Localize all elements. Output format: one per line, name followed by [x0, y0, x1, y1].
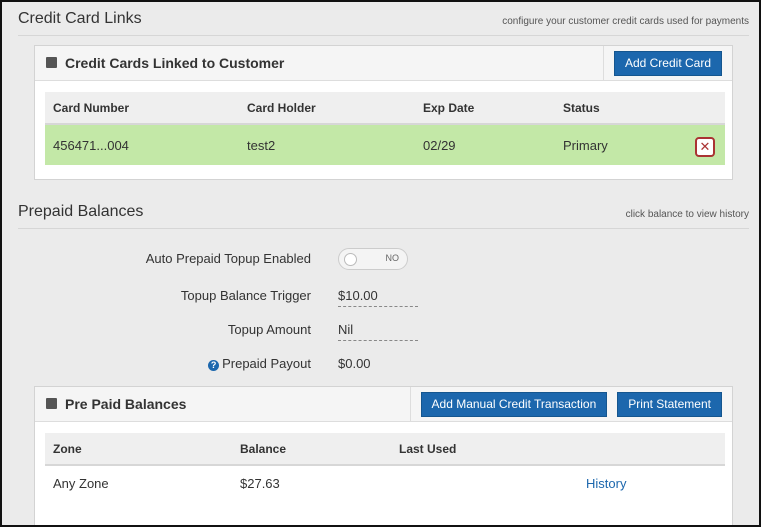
- card-number-cell: 456471...004: [45, 124, 239, 165]
- credit-cards-panel: Credit Cards Linked to Customer Add Cred…: [34, 45, 733, 180]
- add-credit-card-button[interactable]: Add Credit Card: [613, 51, 722, 76]
- section-title-credit-card-links: Credit Card Links: [18, 10, 142, 27]
- credit-cards-panel-tools: Add Credit Card: [602, 46, 732, 80]
- prepaid-balance-row: Any Zone $27.63 History: [45, 465, 725, 501]
- card-holder-cell: test2: [239, 124, 415, 165]
- auto-topup-row: Auto Prepaid Topup Enabled NO: [2, 248, 759, 270]
- topup-amount-value[interactable]: Nil: [338, 322, 418, 341]
- credit-card-row[interactable]: 456471...004 test2 02/29 Primary ✕: [45, 124, 725, 165]
- balance-cell[interactable]: $27.63: [232, 465, 391, 501]
- auto-topup-toggle[interactable]: NO: [338, 248, 408, 270]
- prepaid-payout-row: ? Prepaid Payout $0.00: [2, 353, 759, 375]
- column-header-exp-date: Exp Date: [415, 92, 555, 125]
- zone-cell: Any Zone: [53, 476, 109, 491]
- section-hint-prepaid-balances: click balance to view history: [625, 209, 749, 220]
- actions-cell: ✕: [675, 124, 725, 165]
- credit-cards-table: Card Number Card Holder Exp Date Status …: [45, 92, 725, 165]
- prepaid-balances-panel-title: Pre Paid Balances: [65, 396, 187, 412]
- history-link[interactable]: History: [586, 476, 626, 491]
- column-header-card-holder: Card Holder: [239, 92, 415, 125]
- toggle-knob: [344, 253, 357, 266]
- topup-amount-row: Topup Amount Nil: [2, 319, 759, 341]
- panel-square-icon: [46, 398, 57, 409]
- exp-date-cell: 02/29: [415, 124, 555, 165]
- column-header-last-used: Last Used: [391, 433, 578, 466]
- prepaid-balances-panel-header: Pre Paid Balances Add Manual Credit Tran…: [35, 387, 732, 422]
- prepaid-balances-panel: Pre Paid Balances Add Manual Credit Tran…: [34, 386, 733, 525]
- panel-square-icon: [46, 57, 57, 68]
- credit-cards-panel-header: Credit Cards Linked to Customer Add Cred…: [35, 46, 732, 81]
- prepaid-payout-value: $0.00: [338, 356, 371, 371]
- app-frame: Credit Card Links configure your custome…: [0, 0, 761, 527]
- print-statement-button[interactable]: Print Statement: [617, 392, 722, 417]
- prepaid-balances-table: Zone Balance Last Used Any Zone $27.63 H…: [45, 433, 725, 501]
- last-used-cell: [391, 465, 578, 501]
- toggle-state-text: NO: [385, 253, 400, 263]
- history-cell: History: [578, 465, 725, 501]
- remove-card-icon[interactable]: ✕: [695, 137, 715, 157]
- column-header-balance: Balance: [232, 433, 391, 466]
- section-title-prepaid-balances: Prepaid Balances: [18, 203, 144, 220]
- credit-card-links-header: Credit Card Links configure your custome…: [18, 10, 749, 36]
- topup-amount-label: Topup Amount: [227, 322, 311, 337]
- topup-trigger-value[interactable]: $10.00: [338, 288, 418, 307]
- column-header-zone: Zone: [45, 433, 232, 466]
- prepaid-balances-panel-tools: Add Manual Credit Transaction Print Stat…: [409, 387, 732, 421]
- section-hint-credit-card-links: configure your customer credit cards use…: [502, 16, 749, 27]
- help-icon[interactable]: ?: [208, 360, 220, 371]
- column-header-history: [578, 433, 725, 466]
- topup-trigger-label: Topup Balance Trigger: [180, 288, 311, 303]
- prepaid-balances-table-header: Zone Balance Last Used: [45, 433, 725, 466]
- topup-trigger-row: Topup Balance Trigger $10.00: [2, 285, 759, 307]
- column-header-status: Status: [555, 92, 675, 125]
- credit-cards-table-header: Card Number Card Holder Exp Date Status: [45, 92, 725, 125]
- add-manual-credit-transaction-button[interactable]: Add Manual Credit Transaction: [420, 392, 608, 417]
- prepaid-balances-header: Prepaid Balances click balance to view h…: [18, 203, 749, 229]
- column-header-card-number: Card Number: [45, 92, 239, 125]
- auto-topup-label: Auto Prepaid Topup Enabled: [145, 251, 311, 266]
- prepaid-payout-label: Prepaid Payout: [222, 356, 311, 371]
- credit-cards-panel-title: Credit Cards Linked to Customer: [65, 55, 285, 71]
- status-cell: Primary: [555, 124, 675, 165]
- prepaid-payout-label-group: ? Prepaid Payout: [208, 356, 311, 371]
- column-header-actions: [675, 92, 725, 125]
